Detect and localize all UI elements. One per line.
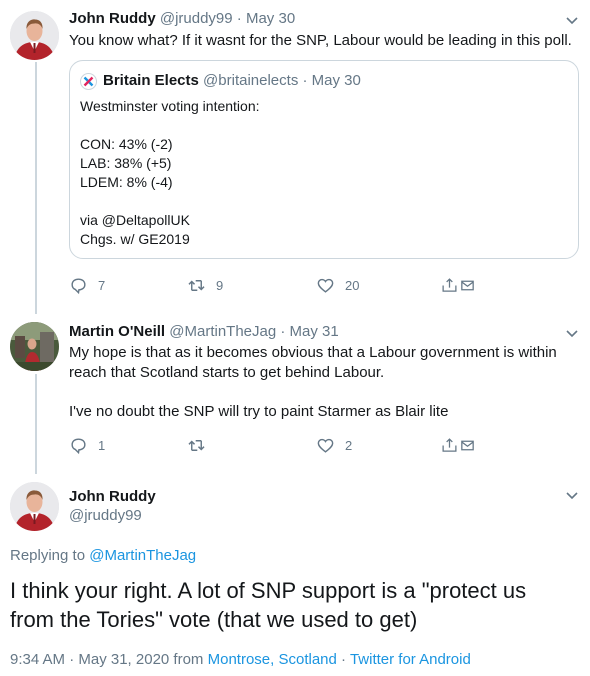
reply-count: 1 [98,438,106,453]
share-icon [442,278,457,292]
reply-button[interactable]: 1 [69,436,105,455]
thread-line [35,62,37,314]
like-icon [317,438,334,453]
tweet-header: John Ruddy @jruddy99 · May 30 [69,9,295,29]
quote-line [80,192,260,211]
location-link[interactable]: Montrose, Scotland [208,651,337,668]
replying-to: Replying to @MartinTheJag [10,546,196,566]
like-button[interactable]: 20 [316,276,359,295]
main-tweet-text-line: from the Tories" vote (that we used to g… [10,607,418,632]
like-button[interactable]: 2 [316,436,352,455]
tweet-date[interactable]: May 31 [290,323,339,340]
main-tweet-text-line: I think your right. A lot of SNP support… [10,578,527,603]
avatar[interactable] [10,322,59,371]
reply-count: 7 [98,278,106,293]
caret-down-icon[interactable] [564,487,580,503]
tweet-text: My hope is that as it becomes obvious th… [69,343,574,421]
share-icon [442,438,457,452]
replying-prefix: Replying to [10,547,86,564]
tweet-header: Martin O'Neill @MartinTheJag · May 31 [69,322,339,342]
like-count: 2 [345,438,353,453]
tweet-metadata: 9:34 AM · May 31, 2020 from Montrose, Sc… [10,650,471,670]
like-icon [317,278,334,293]
reply-icon [71,278,86,295]
quote-text: Westminster voting intention: CON: 43% (… [80,97,260,249]
avatar[interactable] [10,482,59,531]
author-name[interactable]: Martin O'Neill [69,323,165,340]
dm-icon [461,440,474,451]
main-author-handle[interactable]: @jruddy99 [69,506,142,526]
source-link[interactable]: Twitter for Android [350,651,471,668]
separator: · [280,323,286,340]
quote-line: Westminster voting intention: [80,98,260,114]
separator: · [236,10,242,27]
share-button[interactable] [441,276,486,295]
caret-down-icon[interactable] [564,12,580,28]
tweet-text: You know what? If it wasnt for the SNP, … [69,32,572,49]
share-button[interactable] [441,436,486,455]
tweet-text-line: I've no doubt the SNP will try to paint … [69,402,449,420]
quote-line: Chgs. w/ GE2019 [80,231,190,247]
dm-icon [461,280,474,291]
retweet-icon [188,280,205,291]
quote-line: via @DeltapollUK [80,212,190,228]
replying-to-link[interactable]: @MartinTheJag [89,547,196,564]
tweet-text-line: reach that Scotland starts to get behind… [69,363,385,381]
separator: · [341,651,347,668]
quote-date: May 30 [311,72,361,89]
author-handle[interactable]: @MartinTheJag [169,323,276,340]
caret-down-icon[interactable] [564,325,580,341]
quote-author-name: Britain Elects [103,72,199,89]
tweet-text-line: My hope is that as it becomes obvious th… [69,344,557,361]
tweet-actions: 1 2 [69,436,489,458]
quote-line: LDEM: 8% (-4) [80,174,173,190]
retweet-button[interactable] [187,436,216,455]
quote-line: LAB: 38% (+5) [80,155,172,171]
main-author-name[interactable]: John Ruddy [69,487,156,507]
tweet-timestamp[interactable]: 9:34 AM · May 31, 2020 from [10,651,203,668]
reply-button[interactable]: 7 [69,276,105,295]
quote-author-handle: @britainelects [203,72,299,89]
thread-line [35,374,37,474]
quoted-tweet[interactable]: Britain Elects @britainelects · May 30 W… [69,60,579,259]
separator: · [302,72,308,89]
retweet-count: 9 [216,278,224,293]
author-name[interactable]: John Ruddy [69,10,156,27]
britain-elects-logo [80,72,97,90]
retweet-icon [188,440,205,451]
tweet-actions: 7 9 20 [69,276,489,298]
tweet-date[interactable]: May 30 [246,10,295,27]
quote-line: CON: 43% (-2) [80,136,173,152]
author-handle[interactable]: @jruddy99 [160,10,233,27]
retweet-button[interactable]: 9 [187,276,223,295]
avatar[interactable] [10,11,59,60]
main-tweet-text: I think your right. A lot of SNP support… [10,576,585,634]
reply-icon [71,438,86,455]
quote-line [80,116,260,135]
quote-header: Britain Elects @britainelects · May 30 [80,71,361,91]
like-count: 20 [345,278,360,293]
